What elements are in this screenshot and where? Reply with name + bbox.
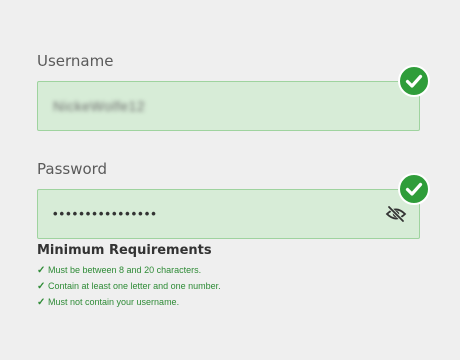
password-value: •••••••••••••••• — [53, 206, 158, 221]
checkmark-icon: ✓ — [37, 265, 46, 276]
requirement-text: Must be between 8 and 20 characters. — [48, 265, 202, 275]
requirements-list: ✓ Must be between 8 and 20 characters. ✓ C… — [37, 262, 221, 310]
requirements-title: Minimum Requirements — [37, 243, 212, 258]
username-label: Username — [37, 52, 114, 70]
requirement-text: Must not contain your username. — [48, 297, 180, 307]
username-value: NickeWolfe12 — [53, 98, 146, 114]
checkmark-icon: ✓ — [37, 297, 46, 308]
username-input[interactable]: NickeWolfe12 — [37, 81, 420, 131]
eye-slash-icon[interactable] — [385, 204, 407, 224]
password-label: Password — [37, 160, 108, 178]
requirement-item: ✓ Contain at least one letter and one num… — [37, 278, 221, 294]
requirement-text: Contain at least one letter and one numb… — [48, 281, 221, 291]
password-input[interactable]: •••••••••••••••• — [37, 189, 420, 239]
login-form: Username NickeWolfe12 Password •••••••••… — [0, 0, 460, 360]
checkmark-icon: ✓ — [37, 281, 46, 292]
check-circle-icon — [398, 65, 430, 97]
requirement-item: ✓ Must not contain your username. — [37, 294, 221, 310]
requirement-item: ✓ Must be between 8 and 20 characters. — [37, 262, 221, 278]
check-circle-icon — [398, 173, 430, 205]
